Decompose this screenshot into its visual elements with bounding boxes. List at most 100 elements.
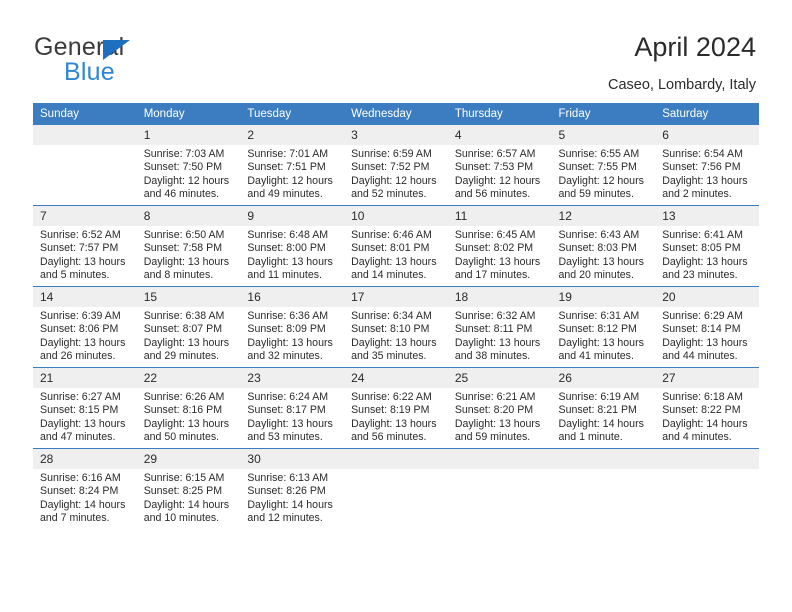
calendar-day-cell[interactable]: 17 Sunrise: 6:34 AM Sunset: 8:10 PM Dayligh…	[344, 286, 448, 368]
sunset-time: Sunset: 8:06 PM	[40, 323, 119, 336]
day-details: Sunrise: 6:45 AM Sunset: 8:02 PM Daylight:…	[448, 226, 552, 283]
day-number: 12	[551, 206, 656, 226]
day-number: 22	[136, 368, 241, 388]
calendar-day-cell[interactable]: 12 Sunrise: 6:43 AM Sunset: 8:03 PM Dayligh…	[551, 205, 656, 287]
sunset-time: Sunset: 7:57 PM	[40, 242, 119, 255]
sunrise-time: Sunrise: 6:34 AM	[351, 310, 432, 322]
calendar-day-cell[interactable]: 30 Sunrise: 6:13 AM Sunset: 8:26 PM Dayligh…	[240, 448, 345, 529]
daylight-duration-line2: and 14 minutes.	[351, 269, 427, 282]
sunset-time: Sunset: 7:51 PM	[247, 161, 326, 174]
calendar-day-cell[interactable]: 8 Sunrise: 6:50 AM Sunset: 7:58 PM Daylight…	[136, 205, 241, 287]
daylight-duration-line2: and 4 minutes.	[662, 431, 732, 444]
calendar-day-cell[interactable]: 13 Sunrise: 6:41 AM Sunset: 8:05 PM Dayligh…	[655, 205, 759, 287]
calendar-day-cell[interactable]: 7 Sunrise: 6:52 AM Sunset: 7:57 PM Daylight…	[33, 205, 137, 287]
calendar-day-cell[interactable]: 9 Sunrise: 6:48 AM Sunset: 8:00 PM Daylight…	[240, 205, 345, 287]
day-number: 4	[447, 125, 552, 145]
daylight-duration-line1: Daylight: 13 hours	[247, 336, 333, 349]
sunrise-time: Sunrise: 6:43 AM	[558, 229, 640, 241]
daylight-duration-line2: and 2 minutes.	[662, 188, 732, 201]
day-number: 26	[551, 368, 656, 388]
daylight-duration-line1: Daylight: 13 hours	[454, 255, 541, 268]
daylight-duration-line1: Daylight: 13 hours	[351, 417, 437, 430]
calendar-day-cell[interactable]: 21 Sunrise: 6:27 AM Sunset: 8:15 PM Dayligh…	[33, 367, 137, 449]
calendar-week-row: 21 Sunrise: 6:27 AM Sunset: 8:15 PM Dayligh…	[33, 367, 759, 449]
daylight-duration-line1: Daylight: 12 hours	[143, 174, 230, 187]
calendar-day-cell[interactable]: 4 Sunrise: 6:57 AM Sunset: 7:53 PM Daylight…	[447, 125, 552, 206]
calendar-day-cell[interactable]: 24 Sunrise: 6:22 AM Sunset: 8:19 PM Dayligh…	[344, 367, 448, 449]
sunrise-time: Sunrise: 6:26 AM	[143, 391, 225, 403]
daylight-duration-line2: and 59 minutes.	[454, 431, 531, 444]
day-number	[655, 449, 759, 469]
sunset-time: Sunset: 8:05 PM	[662, 242, 741, 255]
day-number: 8	[136, 206, 241, 226]
day-number: 17	[344, 287, 448, 307]
calendar-day-cell[interactable]: 20 Sunrise: 6:29 AM Sunset: 8:14 PM Dayligh…	[655, 286, 759, 368]
daylight-duration-line1: Daylight: 14 hours	[558, 417, 644, 430]
sunrise-time: Sunrise: 6:46 AM	[351, 229, 432, 241]
day-number: 6	[655, 125, 759, 145]
sunset-time: Sunset: 8:11 PM	[454, 323, 533, 336]
calendar-day-cell[interactable]: 2 Sunrise: 7:01 AM Sunset: 7:51 PM Daylight…	[240, 125, 345, 206]
calendar-day-cell[interactable]: 29 Sunrise: 6:15 AM Sunset: 8:25 PM Dayligh…	[136, 448, 241, 529]
calendar-day-cell[interactable]: 26 Sunrise: 6:19 AM Sunset: 8:21 PM Dayligh…	[551, 367, 656, 449]
sunrise-time: Sunrise: 6:45 AM	[454, 229, 536, 241]
sunrise-time: Sunrise: 6:24 AM	[247, 391, 329, 403]
sunset-time: Sunset: 8:03 PM	[558, 242, 637, 255]
calendar-day-cell[interactable]: 10 Sunrise: 6:46 AM Sunset: 8:01 PM Dayligh…	[344, 205, 448, 287]
sunrise-time: Sunrise: 6:21 AM	[454, 391, 536, 403]
day-details: Sunrise: 6:31 AM Sunset: 8:12 PM Daylight:…	[552, 307, 656, 364]
calendar-day-cell[interactable]: 11 Sunrise: 6:45 AM Sunset: 8:02 PM Dayligh…	[447, 205, 552, 287]
day-details: Sunrise: 7:01 AM Sunset: 7:51 PM Daylight:…	[240, 145, 344, 202]
day-number	[33, 125, 137, 145]
sunrise-time: Sunrise: 6:13 AM	[247, 472, 329, 484]
daylight-duration-line2: and 23 minutes.	[662, 269, 738, 282]
daylight-duration-line1: Daylight: 13 hours	[558, 255, 644, 268]
daylight-duration-line2: and 35 minutes.	[351, 350, 427, 363]
daylight-duration-line1: Daylight: 13 hours	[662, 255, 748, 268]
calendar-day-cell[interactable]: 27 Sunrise: 6:18 AM Sunset: 8:22 PM Dayligh…	[655, 367, 759, 449]
calendar-body: 1 Sunrise: 7:03 AM Sunset: 7:50 PM Daylight…	[33, 125, 759, 529]
calendar-day-cell[interactable]: 18 Sunrise: 6:32 AM Sunset: 8:11 PM Dayligh…	[447, 286, 552, 368]
calendar-day-cell[interactable]: 3 Sunrise: 6:59 AM Sunset: 7:52 PM Daylight…	[344, 125, 448, 206]
calendar-day-cell[interactable]: 19 Sunrise: 6:31 AM Sunset: 8:12 PM Dayligh…	[551, 286, 656, 368]
sunset-time: Sunset: 8:01 PM	[351, 242, 430, 255]
page-title: April 2024	[634, 32, 756, 62]
daylight-duration-line1: Daylight: 12 hours	[247, 174, 333, 187]
daylight-duration-line1: Daylight: 14 hours	[662, 417, 748, 430]
sunrise-time: Sunrise: 6:19 AM	[558, 391, 640, 403]
day-number: 13	[655, 206, 759, 226]
calendar-day-cell[interactable]: 25 Sunrise: 6:21 AM Sunset: 8:20 PM Dayligh…	[447, 367, 552, 449]
sunrise-time: Sunrise: 6:15 AM	[143, 472, 225, 484]
day-details: Sunrise: 6:54 AM Sunset: 7:56 PM Daylight:…	[655, 145, 759, 202]
day-number: 2	[240, 125, 345, 145]
sunset-time: Sunset: 8:22 PM	[662, 404, 741, 417]
daylight-duration-line1: Daylight: 14 hours	[40, 498, 126, 511]
day-number: 11	[447, 206, 552, 226]
calendar-week-row: 14 Sunrise: 6:39 AM Sunset: 8:06 PM Dayligh…	[33, 286, 759, 368]
calendar-day-cell[interactable]: 14 Sunrise: 6:39 AM Sunset: 8:06 PM Dayligh…	[33, 286, 137, 368]
calendar-day-cell[interactable]: 22 Sunrise: 6:26 AM Sunset: 8:16 PM Dayligh…	[136, 367, 241, 449]
day-number: 23	[240, 368, 345, 388]
weekday-header-friday: Friday	[551, 103, 656, 125]
day-number: 27	[655, 368, 759, 388]
calendar-day-cell-empty	[33, 125, 137, 206]
day-details: Sunrise: 6:55 AM Sunset: 7:55 PM Daylight:…	[552, 145, 656, 202]
daylight-duration-line2: and 1 minute.	[558, 431, 623, 444]
day-details: Sunrise: 6:34 AM Sunset: 8:10 PM Daylight:…	[344, 307, 448, 364]
calendar-day-cell[interactable]: 15 Sunrise: 6:38 AM Sunset: 8:07 PM Dayligh…	[136, 286, 241, 368]
daylight-duration-line1: Daylight: 13 hours	[351, 336, 437, 349]
calendar-day-cell[interactable]: 16 Sunrise: 6:36 AM Sunset: 8:09 PM Dayligh…	[240, 286, 345, 368]
sunset-time: Sunset: 8:24 PM	[40, 485, 119, 498]
sunrise-time: Sunrise: 6:27 AM	[40, 391, 121, 403]
sunrise-time: Sunrise: 6:52 AM	[40, 229, 121, 241]
logo-text-blue: Blue	[64, 58, 115, 86]
daylight-duration-line2: and 56 minutes.	[351, 431, 427, 444]
calendar-day-cell[interactable]: 1 Sunrise: 7:03 AM Sunset: 7:50 PM Daylight…	[136, 125, 241, 206]
calendar-day-cell[interactable]: 6 Sunrise: 6:54 AM Sunset: 7:56 PM Daylight…	[655, 125, 759, 206]
calendar-day-cell-empty	[655, 448, 759, 529]
daylight-duration-line1: Daylight: 13 hours	[662, 174, 748, 187]
calendar-day-cell[interactable]: 28 Sunrise: 6:16 AM Sunset: 8:24 PM Dayligh…	[33, 448, 137, 529]
page-subtitle-location: Caseo, Lombardy, Italy	[607, 77, 756, 93]
calendar-day-cell[interactable]: 23 Sunrise: 6:24 AM Sunset: 8:17 PM Dayligh…	[240, 367, 345, 449]
calendar-day-cell[interactable]: 5 Sunrise: 6:55 AM Sunset: 7:55 PM Daylight…	[551, 125, 656, 206]
